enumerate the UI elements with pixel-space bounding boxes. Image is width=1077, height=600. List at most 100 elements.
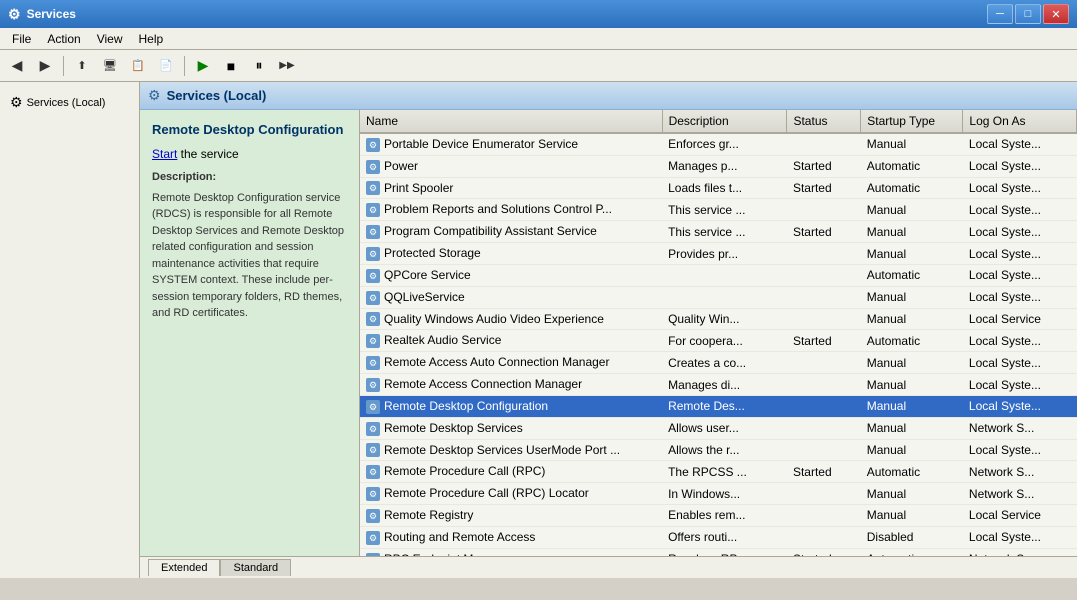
table-row[interactable]: ⚙Print SpoolerLoads files t...StartedAut… xyxy=(360,177,1077,199)
stop-button[interactable]: ■ xyxy=(218,54,244,78)
table-row[interactable]: ⚙Remote Procedure Call (RPC) LocatorIn W… xyxy=(360,483,1077,505)
col-header-logon[interactable]: Log On As xyxy=(963,110,1077,133)
service-name-text: Power xyxy=(384,159,418,173)
service-name-cell: ⚙RPC Endpoint Mapper xyxy=(360,548,662,556)
service-startup-cell: Manual xyxy=(861,395,963,417)
service-logon-cell: Local Syste... xyxy=(963,439,1077,461)
service-status-cell: Started xyxy=(787,221,861,243)
pause-button[interactable]: ⏸ xyxy=(246,54,272,78)
tab-extended[interactable]: Extended xyxy=(148,559,220,576)
table-row[interactable]: ⚙Routing and Remote AccessOffers routi..… xyxy=(360,526,1077,548)
table-row[interactable]: ⚙Remote Desktop ServicesAllows user...Ma… xyxy=(360,417,1077,439)
split-pane: Remote Desktop Configuration Start the s… xyxy=(140,110,1077,556)
service-startup-cell: Manual xyxy=(861,308,963,330)
service-status-cell: Started xyxy=(787,461,861,483)
sidebar-item-services-local[interactable]: ⚙ Services (Local) xyxy=(4,90,135,115)
service-icon: ⚙ xyxy=(366,356,380,370)
menu-help[interactable]: Help xyxy=(131,30,172,48)
back-button[interactable]: ◀ xyxy=(4,54,30,78)
table-row[interactable]: ⚙Remote Procedure Call (RPC)The RPCSS ..… xyxy=(360,461,1077,483)
service-name-text: Protected Storage xyxy=(384,246,481,260)
service-startup-cell: Disabled xyxy=(861,526,963,548)
service-name-text: QPCore Service xyxy=(384,268,471,282)
minimize-button[interactable]: ─ xyxy=(987,4,1013,24)
menu-view[interactable]: View xyxy=(89,30,131,48)
up-button[interactable]: ⬆ xyxy=(69,54,95,78)
service-status-cell xyxy=(787,417,861,439)
service-status-cell xyxy=(787,439,861,461)
service-logon-cell: Local Syste... xyxy=(963,286,1077,308)
service-startup-cell: Manual xyxy=(861,133,963,155)
service-startup-cell: Manual xyxy=(861,505,963,527)
service-name-text: Remote Desktop Services xyxy=(384,421,523,435)
start-service-line: Start the service xyxy=(152,147,347,161)
menu-action[interactable]: Action xyxy=(39,30,88,48)
show-console-button[interactable]: 🖥 xyxy=(97,54,123,78)
col-header-startup[interactable]: Startup Type xyxy=(861,110,963,133)
service-startup-cell: Automatic xyxy=(861,177,963,199)
service-desc-cell: The RPCSS ... xyxy=(662,461,787,483)
forward-button[interactable]: ▶ xyxy=(32,54,58,78)
service-name-text: Remote Procedure Call (RPC) Locator xyxy=(384,486,589,500)
service-name-text: Problem Reports and Solutions Control P.… xyxy=(384,202,612,216)
sidebar-item-label: Services (Local) xyxy=(27,97,106,109)
col-header-name[interactable]: Name xyxy=(360,110,662,133)
service-icon: ⚙ xyxy=(366,291,380,305)
service-status-cell xyxy=(787,505,861,527)
table-row[interactable]: ⚙PowerManages p...StartedAutomaticLocal … xyxy=(360,155,1077,177)
tab-standard[interactable]: Standard xyxy=(220,559,291,576)
table-row[interactable]: ⚙RPC Endpoint MapperResolves RP...Starte… xyxy=(360,548,1077,556)
table-row[interactable]: ⚙QQLiveServiceManualLocal Syste... xyxy=(360,286,1077,308)
service-icon: ⚙ xyxy=(366,269,380,283)
table-row[interactable]: ⚙Remote Desktop Services UserMode Port .… xyxy=(360,439,1077,461)
service-startup-cell: Manual xyxy=(861,483,963,505)
service-desc-cell: Quality Win... xyxy=(662,308,787,330)
service-desc-cell xyxy=(662,286,787,308)
table-row[interactable]: ⚙Remote Desktop ConfigurationRemote Des.… xyxy=(360,395,1077,417)
table-row[interactable]: ⚙Protected StorageProvides pr...ManualLo… xyxy=(360,243,1077,265)
service-desc-cell: This service ... xyxy=(662,199,787,221)
start-service-link[interactable]: Start xyxy=(152,147,177,161)
resume-button[interactable]: ▶▶ xyxy=(274,54,300,78)
service-status-cell xyxy=(787,352,861,374)
toolbar: ◀ ▶ ⬆ 🖥 📋 📄 ▶ ■ ⏸ ▶▶ xyxy=(0,50,1077,82)
service-icon: ⚙ xyxy=(366,465,380,479)
services-table-container[interactable]: Name Description Status Startup Type Log… xyxy=(360,110,1077,556)
service-name-cell: ⚙QQLiveService xyxy=(360,286,662,308)
service-startup-cell: Automatic xyxy=(861,548,963,556)
menu-file[interactable]: File xyxy=(4,30,39,48)
service-status-cell xyxy=(787,526,861,548)
service-status-cell xyxy=(787,483,861,505)
service-icon: ⚙ xyxy=(366,378,380,392)
show-component-button[interactable]: 📋 xyxy=(125,54,151,78)
table-row[interactable]: ⚙Program Compatibility Assistant Service… xyxy=(360,221,1077,243)
maximize-button[interactable]: □ xyxy=(1015,4,1041,24)
description-title: Description: xyxy=(152,169,347,186)
table-row[interactable]: ⚙Realtek Audio ServiceFor coopera...Star… xyxy=(360,330,1077,352)
table-row[interactable]: ⚙QPCore ServiceAutomaticLocal Syste... xyxy=(360,264,1077,286)
service-name-cell: ⚙Program Compatibility Assistant Service xyxy=(360,221,662,243)
col-header-desc[interactable]: Description xyxy=(662,110,787,133)
service-desc-cell: Loads files t... xyxy=(662,177,787,199)
service-name-text: Routing and Remote Access xyxy=(384,530,535,544)
table-row[interactable]: ⚙Problem Reports and Solutions Control P… xyxy=(360,199,1077,221)
service-desc-cell: Allows the r... xyxy=(662,439,787,461)
table-row[interactable]: ⚙Quality Windows Audio Video ExperienceQ… xyxy=(360,308,1077,330)
service-name-cell: ⚙Protected Storage xyxy=(360,243,662,265)
service-status-cell: Started xyxy=(787,155,861,177)
close-button[interactable]: ✕ xyxy=(1043,4,1069,24)
table-row[interactable]: ⚙Portable Device Enumerator ServiceEnfor… xyxy=(360,133,1077,155)
content-header: ⚙ Services (Local) xyxy=(140,82,1077,110)
table-row[interactable]: ⚙Remote Access Connection ManagerManages… xyxy=(360,374,1077,396)
service-startup-cell: Manual xyxy=(861,439,963,461)
service-logon-cell: Local Syste... xyxy=(963,133,1077,155)
show-component2-button[interactable]: 📄 xyxy=(153,54,179,78)
table-row[interactable]: ⚙Remote RegistryEnables rem...ManualLoca… xyxy=(360,505,1077,527)
service-name-cell: ⚙Remote Desktop Configuration xyxy=(360,395,662,417)
service-desc-cell: Creates a co... xyxy=(662,352,787,374)
service-logon-cell: Local Syste... xyxy=(963,264,1077,286)
col-header-status[interactable]: Status xyxy=(787,110,861,133)
service-name-text: Realtek Audio Service xyxy=(384,333,501,347)
table-row[interactable]: ⚙Remote Access Auto Connection ManagerCr… xyxy=(360,352,1077,374)
play-button[interactable]: ▶ xyxy=(190,54,216,78)
